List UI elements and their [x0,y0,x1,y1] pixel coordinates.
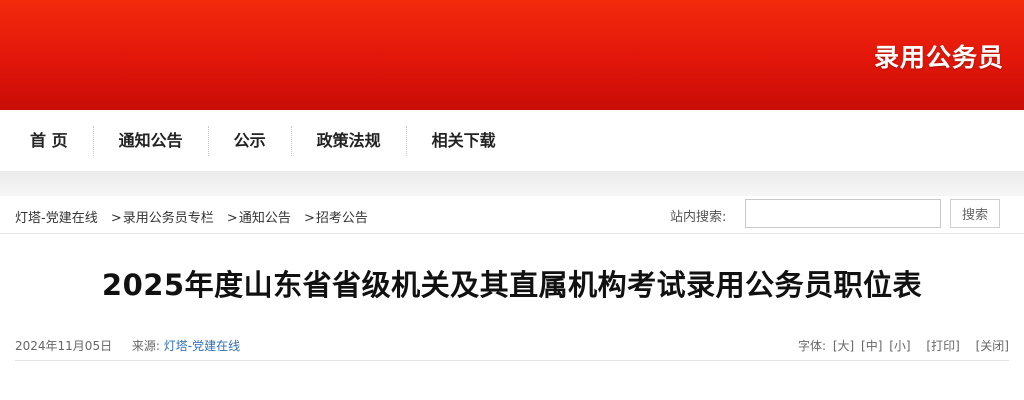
article-title: 2025年度山东省省级机关及其直属机构考试录用公务员职位表 [101,268,923,302]
breadcrumb-item-column[interactable]: 录用公务员专栏 [123,211,214,226]
nav-list: 首 页 通知公告 公示 政策法规 相关下载 [0,110,1024,172]
source-link[interactable]: 灯塔-党建在线 [164,339,240,353]
breadcrumb-item-recruitment[interactable]: 招考公告 [316,211,368,226]
breadcrumb-bar: 灯塔-党建在线 >录用公务员专栏 >通知公告 >招考公告 站内搜索: 搜索 [0,196,1024,234]
article-tools: 字体: [大] [中] [小] [打印] [关闭] [798,337,1009,354]
font-large-button[interactable]: [大] [833,339,854,353]
breadcrumb-separator: > [303,211,315,226]
print-button[interactable]: [打印] [926,339,959,353]
article-meta: 2024年11月05日 来源: 灯塔-党建在线 字体: [大] [中] [小] … [15,336,1009,361]
search-input[interactable] [745,199,941,228]
nav-item-policies[interactable]: 政策法规 [292,126,407,156]
header-banner: 录用公务员 [0,0,1024,110]
nav-item-notices[interactable]: 通知公告 [94,126,209,156]
main-nav: 首 页 通知公告 公示 政策法规 相关下载 [0,110,1024,172]
font-medium-button[interactable]: [中] [861,339,882,353]
publish-date: 2024年11月05日 [15,339,113,353]
breadcrumb-item-home[interactable]: 灯塔-党建在线 [15,211,98,226]
font-small-button[interactable]: [小] [889,339,910,353]
font-size-label: 字体: [797,339,826,353]
nav-item-downloads[interactable]: 相关下载 [407,126,521,156]
banner-title: 录用公务员 [873,43,1004,72]
breadcrumb: 灯塔-党建在线 >录用公务员专栏 >通知公告 >招考公告 [15,207,368,226]
breadcrumb-item-notices[interactable]: 通知公告 [239,211,291,226]
breadcrumb-separator: > [110,211,122,226]
search-button[interactable]: 搜索 [950,199,1000,228]
source-label: 来源: [131,339,160,353]
breadcrumb-separator: > [226,211,238,226]
article-meta-info: 2024年11月05日 来源: 灯塔-党建在线 [15,337,240,354]
nav-item-publicity[interactable]: 公示 [209,126,292,156]
close-button[interactable]: [关闭] [976,339,1009,353]
search-label: 站内搜索: [670,210,727,225]
divider-band [0,172,1024,196]
nav-item-home[interactable]: 首 页 [5,126,94,156]
